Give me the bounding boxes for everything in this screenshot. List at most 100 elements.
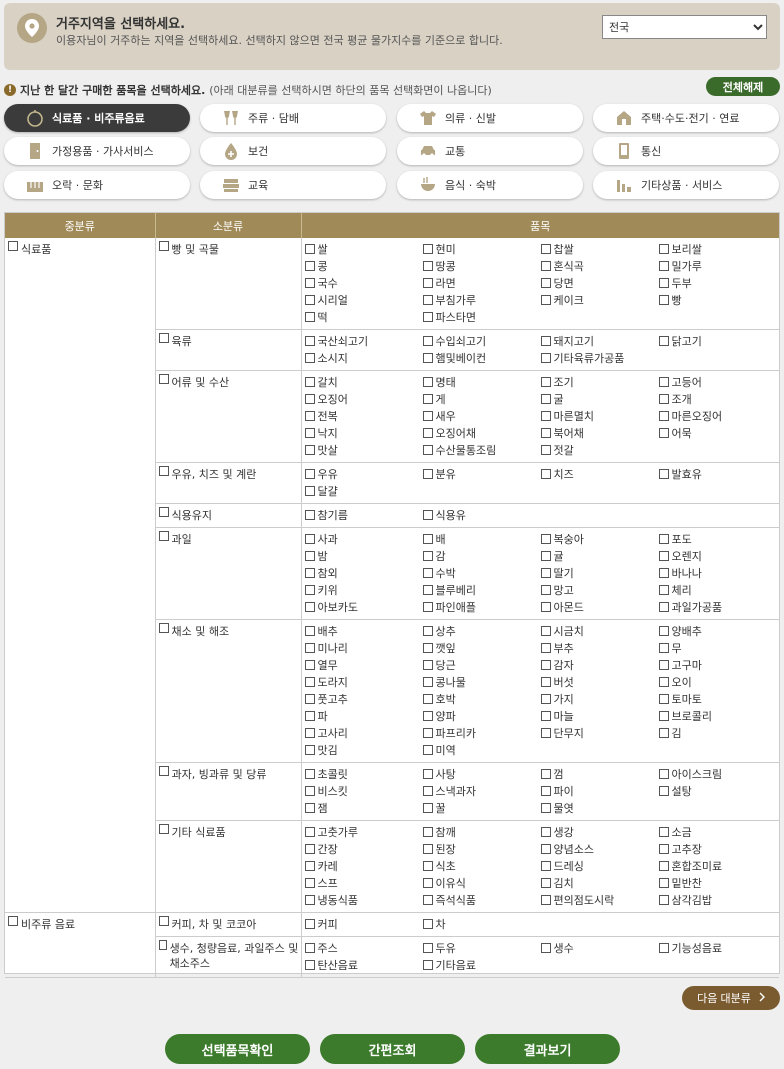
item-checkbox[interactable] [422, 295, 433, 305]
item-checkbox[interactable] [658, 878, 669, 888]
view-results-button[interactable]: 결과보기 [475, 1034, 620, 1064]
item-checkbox[interactable] [422, 568, 433, 578]
item-option[interactable]: 즉석식품 [422, 892, 541, 909]
item-checkbox[interactable] [658, 278, 669, 288]
quick-lookup-button[interactable]: 간편조회 [320, 1034, 465, 1064]
item-checkbox[interactable] [540, 895, 551, 905]
item-checkbox[interactable] [658, 469, 669, 479]
item-checkbox[interactable] [422, 585, 433, 595]
item-option[interactable]: 토마토 [658, 691, 777, 708]
item-option[interactable]: 아몬드 [540, 599, 659, 616]
item-option[interactable]: 북어채 [540, 425, 659, 442]
item-checkbox[interactable] [304, 919, 315, 929]
item-checkbox[interactable] [422, 803, 433, 813]
item-option[interactable]: 이유식 [422, 875, 541, 892]
item-checkbox[interactable] [304, 643, 315, 653]
item-checkbox[interactable] [304, 745, 315, 755]
item-option[interactable]: 파스타면 [422, 309, 541, 326]
item-checkbox[interactable] [540, 786, 551, 796]
sub-category-checkbox[interactable] [158, 531, 169, 541]
item-checkbox[interactable] [658, 336, 669, 346]
item-checkbox[interactable] [422, 943, 433, 953]
item-option[interactable]: 조기 [540, 374, 659, 391]
item-option[interactable]: 배추 [304, 623, 423, 640]
item-option[interactable]: 수산물통조림 [422, 442, 541, 459]
item-checkbox[interactable] [422, 312, 433, 322]
item-option[interactable]: 달걀 [304, 483, 423, 500]
item-checkbox[interactable] [304, 261, 315, 271]
item-checkbox[interactable] [540, 803, 551, 813]
item-checkbox[interactable] [304, 660, 315, 670]
mid-category-checkbox[interactable] [8, 916, 18, 926]
item-option[interactable]: 쌀 [304, 241, 423, 258]
category-button-10[interactable]: 교육 [200, 171, 386, 199]
sub-category-checkbox[interactable] [158, 374, 169, 384]
item-option[interactable]: 고구마 [658, 657, 777, 674]
item-checkbox[interactable] [658, 626, 669, 636]
item-checkbox[interactable] [422, 336, 433, 346]
item-option[interactable]: 딸기 [540, 565, 659, 582]
item-option[interactable]: 양파 [422, 708, 541, 725]
item-checkbox[interactable] [422, 844, 433, 854]
item-checkbox[interactable] [304, 786, 315, 796]
item-checkbox[interactable] [422, 602, 433, 612]
item-checkbox[interactable] [540, 769, 551, 779]
item-checkbox[interactable] [540, 878, 551, 888]
item-option[interactable]: 도라지 [304, 674, 423, 691]
item-option[interactable]: 참외 [304, 565, 423, 582]
item-checkbox[interactable] [658, 551, 669, 561]
item-checkbox[interactable] [658, 711, 669, 721]
item-checkbox[interactable] [658, 677, 669, 687]
item-checkbox[interactable] [304, 769, 315, 779]
item-option[interactable]: 부추 [540, 640, 659, 657]
item-checkbox[interactable] [422, 244, 433, 254]
item-checkbox[interactable] [540, 626, 551, 636]
item-option[interactable]: 라면 [422, 275, 541, 292]
item-option[interactable]: 수박 [422, 565, 541, 582]
item-option[interactable]: 비스킷 [304, 783, 423, 800]
item-option[interactable]: 바나나 [658, 565, 777, 582]
sub-category-checkbox[interactable] [158, 940, 167, 950]
item-option[interactable]: 게 [422, 391, 541, 408]
item-option[interactable]: 무 [658, 640, 777, 657]
category-button-5[interactable]: 가정용품 · 가사서비스 [4, 137, 190, 165]
item-option[interactable]: 시금치 [540, 623, 659, 640]
item-checkbox[interactable] [540, 551, 551, 561]
item-checkbox[interactable] [304, 585, 315, 595]
item-checkbox[interactable] [422, 895, 433, 905]
item-checkbox[interactable] [658, 534, 669, 544]
next-category-button[interactable]: 다음 대분류 [682, 986, 780, 1010]
sub-category-checkbox[interactable] [158, 466, 169, 476]
item-option[interactable]: 키위 [304, 582, 423, 599]
item-option[interactable]: 스낵과자 [422, 783, 541, 800]
item-option[interactable]: 귤 [540, 548, 659, 565]
item-checkbox[interactable] [540, 534, 551, 544]
item-option[interactable]: 마른오징어 [658, 408, 777, 425]
item-checkbox[interactable] [540, 827, 551, 837]
item-checkbox[interactable] [422, 534, 433, 544]
item-option[interactable]: 밑반찬 [658, 875, 777, 892]
item-option[interactable]: 김 [658, 725, 777, 742]
item-checkbox[interactable] [658, 844, 669, 854]
item-option[interactable]: 콩나물 [422, 674, 541, 691]
item-checkbox[interactable] [304, 943, 315, 953]
item-option[interactable]: 고추장 [658, 841, 777, 858]
item-checkbox[interactable] [540, 353, 551, 363]
sub-category-checkbox[interactable] [158, 241, 169, 251]
item-checkbox[interactable] [540, 844, 551, 854]
item-option[interactable]: 두유 [422, 940, 541, 957]
item-option[interactable]: 주스 [304, 940, 423, 957]
item-checkbox[interactable] [540, 694, 551, 704]
item-option[interactable]: 포도 [658, 531, 777, 548]
item-option[interactable]: 감자 [540, 657, 659, 674]
item-checkbox[interactable] [540, 660, 551, 670]
item-checkbox[interactable] [540, 677, 551, 687]
item-option[interactable]: 깻잎 [422, 640, 541, 657]
reset-all-button[interactable]: 전체해제 [706, 77, 780, 96]
category-button-11[interactable]: 음식 · 숙박 [397, 171, 583, 199]
item-option[interactable]: 분유 [422, 466, 541, 483]
item-checkbox[interactable] [540, 428, 551, 438]
category-button-1[interactable]: 식료품 · 비주류음료 [4, 104, 190, 132]
item-option[interactable]: 파 [304, 708, 423, 725]
confirm-selected-button[interactable]: 선택품목확인 [165, 1034, 310, 1064]
